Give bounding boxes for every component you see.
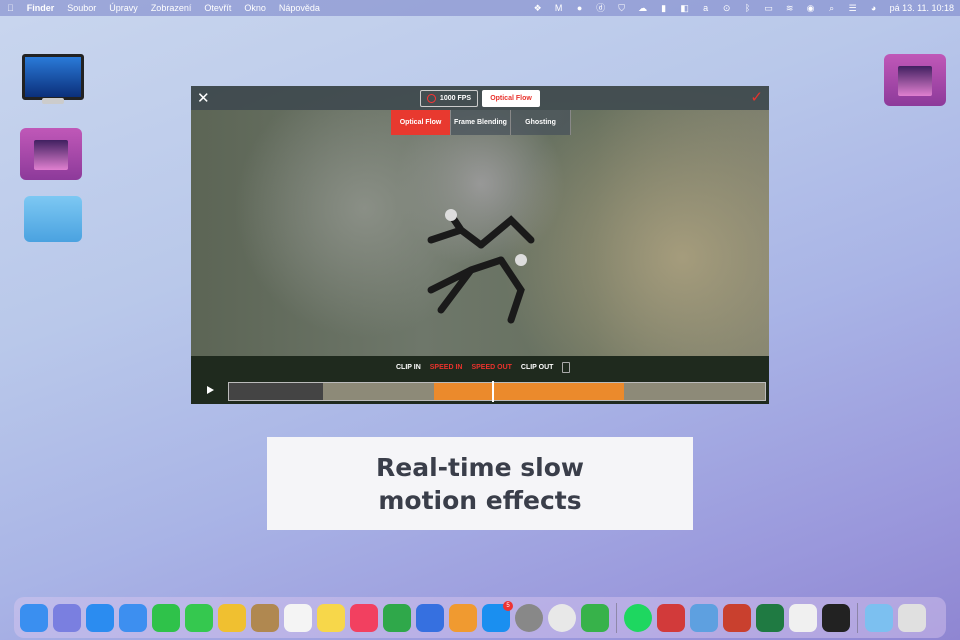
speed-in-button[interactable]: SPEED IN bbox=[430, 364, 463, 371]
d-icon[interactable]: ⓓ bbox=[596, 3, 606, 13]
dock-preview-icon[interactable] bbox=[690, 603, 718, 632]
mode-tabs: Optical Flow Frame Blending Ghosting bbox=[391, 110, 571, 135]
timeline-track[interactable] bbox=[228, 381, 766, 402]
dock-app-store-icon[interactable]: 5 bbox=[482, 600, 513, 632]
checkmark-icon[interactable]: ✓ bbox=[750, 88, 763, 106]
dock-powerpoint-icon[interactable] bbox=[723, 603, 751, 632]
menu-bar:  Finder Soubor Úpravy Zobrazení Otevřít… bbox=[0, 0, 960, 16]
caption-line-1: Real-time slow bbox=[376, 452, 584, 482]
skydivers-image bbox=[427, 209, 535, 324]
dock-feedly-icon[interactable] bbox=[581, 603, 609, 632]
malwarebytes-icon[interactable]: M bbox=[554, 3, 564, 13]
dock-messages-icon[interactable] bbox=[185, 603, 213, 632]
dock-script-editor-icon[interactable] bbox=[789, 603, 817, 632]
dock-spotify-icon[interactable] bbox=[624, 603, 652, 632]
control-center-icon[interactable]: ☰ bbox=[848, 3, 858, 13]
close-icon[interactable]: ✕ bbox=[197, 89, 210, 107]
menu-okno[interactable]: Okno bbox=[244, 3, 266, 13]
clock[interactable]: pá 13. 11. 10:18 bbox=[890, 3, 954, 13]
dock-downloads-folder-icon[interactable] bbox=[865, 603, 893, 632]
desktop-icon-purple-folder[interactable] bbox=[20, 128, 82, 180]
record-icon[interactable]: ● bbox=[575, 3, 585, 13]
dock-system-preferences-icon[interactable] bbox=[515, 603, 543, 632]
dock-pages-icon[interactable] bbox=[449, 603, 477, 632]
dock-launchpad-icon[interactable] bbox=[53, 603, 81, 632]
dock-finder-icon[interactable] bbox=[20, 603, 48, 632]
timer-icon bbox=[426, 94, 436, 103]
dropbox-icon[interactable]: ❖ bbox=[533, 3, 543, 13]
dock-notes-icon[interactable] bbox=[317, 603, 345, 632]
dock-parallels-icon[interactable] bbox=[657, 603, 685, 632]
trash-icon[interactable] bbox=[562, 362, 571, 373]
menu-app-finder[interactable]: Finder bbox=[27, 3, 55, 13]
menu-otevrit[interactable]: Otevřít bbox=[204, 3, 231, 13]
tab-ghosting[interactable]: Ghosting bbox=[511, 110, 571, 135]
play-circle-icon[interactable]: ⊙ bbox=[722, 3, 732, 13]
fps-button[interactable]: 1000 FPS bbox=[420, 90, 478, 107]
menu-soubor[interactable]: Soubor bbox=[67, 3, 96, 13]
dock-keynote-icon[interactable] bbox=[416, 603, 444, 632]
user-icon[interactable]: ◉ bbox=[806, 3, 816, 13]
dock-mail-icon[interactable] bbox=[119, 603, 147, 632]
dock-safari-icon[interactable] bbox=[86, 603, 114, 632]
search-icon[interactable]: ⌕ bbox=[827, 3, 837, 13]
dock-chrome-icon[interactable] bbox=[548, 603, 576, 632]
dock-music-icon[interactable] bbox=[350, 603, 378, 632]
cloud-icon[interactable]: ☁ bbox=[638, 3, 648, 13]
apple-icon[interactable]:  bbox=[7, 3, 14, 13]
dock-photos-icon[interactable] bbox=[218, 603, 246, 632]
playhead[interactable] bbox=[491, 381, 494, 402]
battery-icon[interactable]: ▭ bbox=[764, 3, 774, 13]
mode-button[interactable]: Optical Flow bbox=[482, 90, 540, 107]
dock-terminal-icon[interactable] bbox=[822, 603, 850, 632]
monitor-stand bbox=[42, 98, 64, 104]
app-store-badge: 5 bbox=[503, 600, 513, 611]
dock-numbers-icon[interactable] bbox=[383, 603, 411, 632]
timeline-controls: CLIP IN SPEED IN SPEED OUT CLIP OUT bbox=[191, 356, 769, 404]
clip-out-button[interactable]: CLIP OUT bbox=[521, 364, 554, 371]
menu-napoveda[interactable]: Nápověda bbox=[279, 3, 320, 13]
siri-icon[interactable]: ◕ bbox=[869, 3, 879, 13]
desktop-icon-purple-folder-right[interactable] bbox=[884, 54, 946, 106]
slow-motion-editor: ✕ 1000 FPS Optical Flow ✓ Optical Flow F… bbox=[191, 86, 769, 404]
video-preview bbox=[191, 110, 769, 356]
menu-upravy[interactable]: Úpravy bbox=[109, 3, 138, 13]
layout-icon[interactable]: ▮ bbox=[659, 3, 669, 13]
dock-separator bbox=[857, 602, 858, 633]
menu-zobrazeni[interactable]: Zobrazení bbox=[151, 3, 192, 13]
caption-box: Real-time slow motion effects bbox=[267, 437, 693, 530]
speed-out-button[interactable]: SPEED OUT bbox=[471, 364, 511, 371]
editor-top-bar bbox=[191, 86, 769, 110]
dock-excel-icon[interactable] bbox=[756, 603, 784, 632]
desktop-icon-macintosh-hd[interactable] bbox=[22, 54, 84, 100]
tab-optical-flow[interactable]: Optical Flow bbox=[391, 110, 451, 135]
dock-separator bbox=[616, 602, 617, 633]
caption-line-2: motion effects bbox=[378, 485, 582, 515]
play-icon[interactable] bbox=[207, 386, 214, 394]
signature-icon[interactable]: a bbox=[701, 3, 711, 13]
fps-label: 1000 FPS bbox=[439, 95, 472, 102]
parallels-icon[interactable]: ◧ bbox=[680, 3, 690, 13]
tab-frame-blending[interactable]: Frame Blending bbox=[451, 110, 511, 135]
desktop-icon-folder[interactable] bbox=[24, 196, 82, 242]
shield-icon[interactable]: ⛉ bbox=[617, 3, 627, 13]
clipped-segment bbox=[229, 383, 323, 400]
dock-trash-icon[interactable] bbox=[898, 603, 926, 632]
slow-motion-segment[interactable] bbox=[434, 383, 624, 400]
dock-facetime-icon[interactable] bbox=[152, 603, 180, 632]
dock-contacts-icon[interactable] bbox=[251, 603, 279, 632]
wifi-icon[interactable]: ≋ bbox=[785, 3, 795, 13]
dock: 5 bbox=[14, 597, 946, 638]
clip-in-button[interactable]: CLIP IN bbox=[396, 364, 421, 371]
dock-reminders-icon[interactable] bbox=[284, 603, 312, 632]
bluetooth-icon[interactable]: ᛒ bbox=[743, 3, 753, 13]
